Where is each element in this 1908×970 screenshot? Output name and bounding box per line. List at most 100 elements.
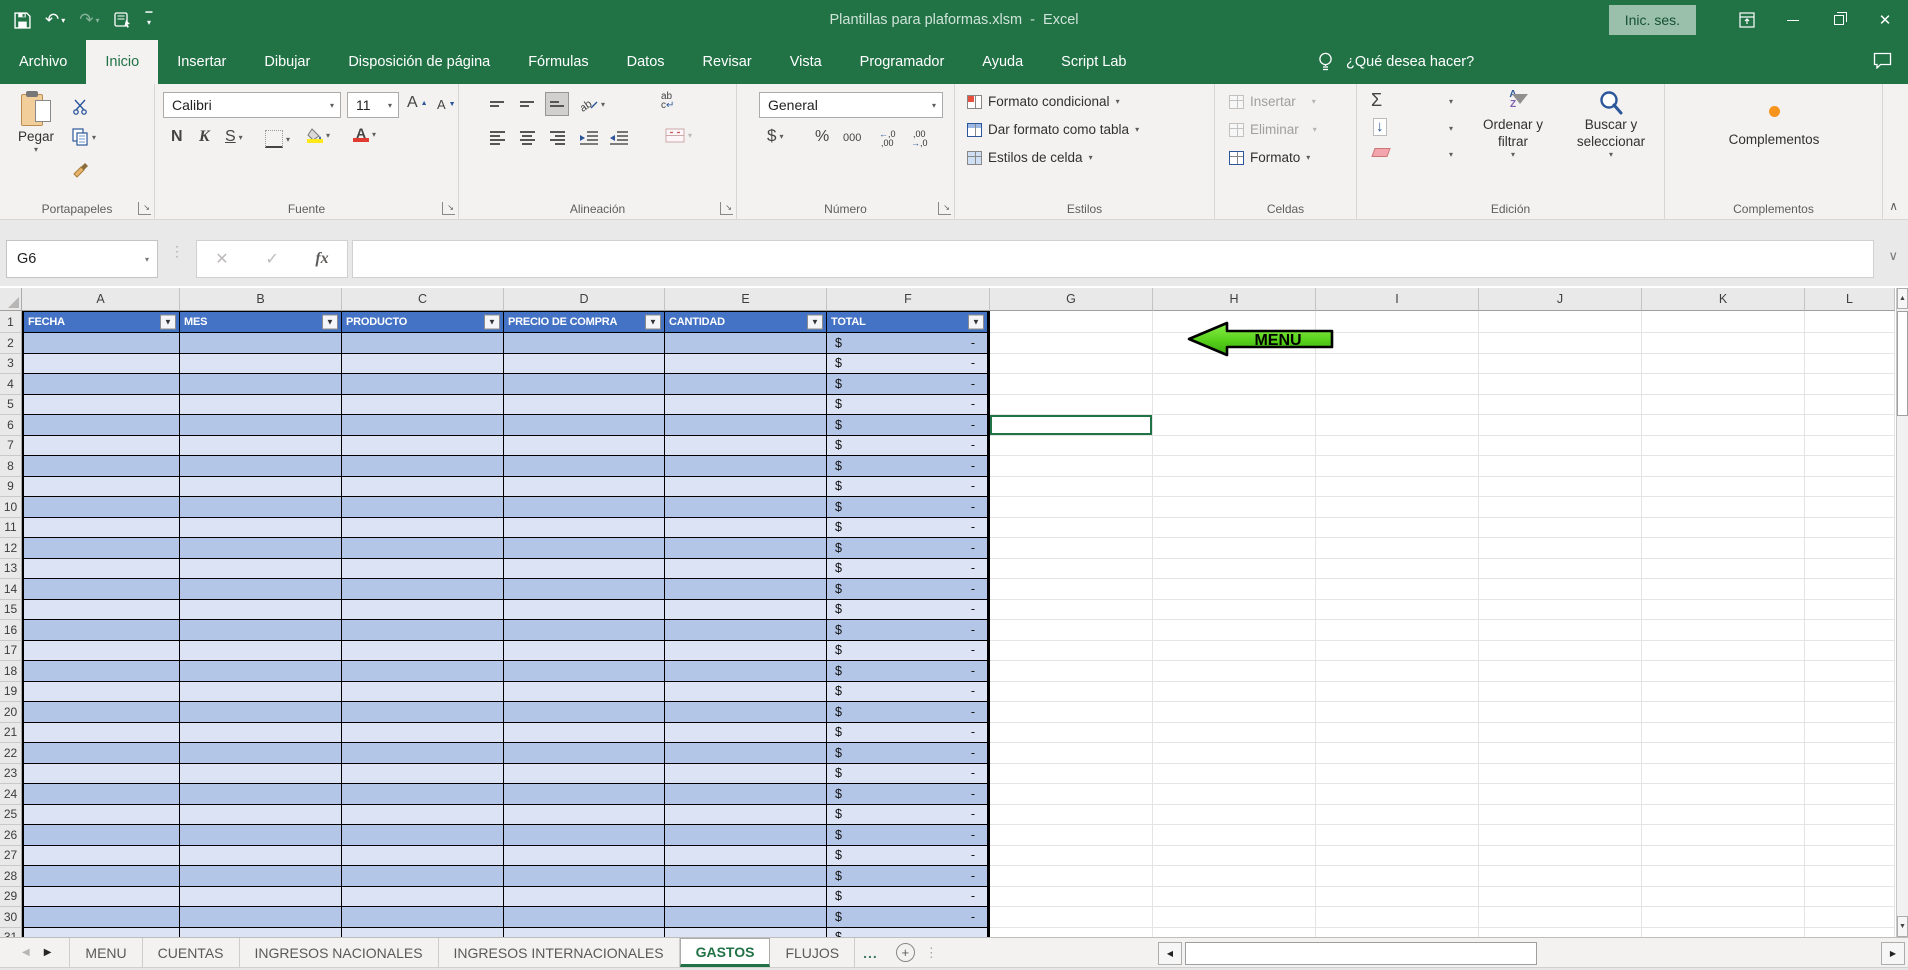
row-header-1[interactable]: 1 [0,311,22,333]
cell-I2[interactable] [1316,333,1479,354]
cell-A11[interactable] [22,518,180,539]
row-header-4[interactable]: 4 [0,374,22,395]
grow-font-button[interactable]: A▲ [407,94,428,112]
ribbon-tab-revisar[interactable]: Revisar [684,40,771,84]
cell-K26[interactable] [1642,825,1805,846]
cell-J12[interactable] [1479,538,1642,559]
font-color-button[interactable]: A ▾ [353,126,376,142]
cell-K11[interactable] [1642,518,1805,539]
cell-B10[interactable] [180,497,342,518]
cell-L28[interactable] [1805,866,1895,887]
comments-icon[interactable] [1873,52,1892,69]
cell-J3[interactable] [1479,354,1642,375]
cell-G15[interactable] [990,600,1153,621]
cell-F11[interactable]: $- [827,518,990,539]
decrease-indent-button[interactable] [577,126,601,150]
cell-H21[interactable] [1153,723,1316,744]
cell-A8[interactable] [22,456,180,477]
cell-B22[interactable] [180,743,342,764]
cell-L16[interactable] [1805,620,1895,641]
column-header-J[interactable]: J [1479,288,1642,311]
row-header-6[interactable]: 6 [0,415,22,436]
cell-A23[interactable] [22,764,180,785]
cell-K21[interactable] [1642,723,1805,744]
cell-I5[interactable] [1316,395,1479,416]
cell-E31[interactable] [665,928,827,938]
cell-L19[interactable] [1805,682,1895,703]
cell-D18[interactable] [504,661,665,682]
cell-I10[interactable] [1316,497,1479,518]
row-header-7[interactable]: 7 [0,436,22,457]
cell-L27[interactable] [1805,846,1895,867]
comma-style-button[interactable]: 000 [843,132,861,144]
cell-K2[interactable] [1642,333,1805,354]
filter-button-precio-de-compra[interactable]: ▼ [645,315,661,330]
sheet-tab-ingresos-internacionales[interactable]: INGRESOS INTERNACIONALES [439,938,680,967]
cell-B2[interactable] [180,333,342,354]
cell-H14[interactable] [1153,579,1316,600]
cell-B9[interactable] [180,477,342,498]
cell-F5[interactable]: $- [827,395,990,416]
cell-G16[interactable] [990,620,1153,641]
restore-button[interactable] [1816,0,1862,40]
cell-G23[interactable] [990,764,1153,785]
ribbon-tab-programador[interactable]: Programador [841,40,964,84]
cell-H26[interactable] [1153,825,1316,846]
cell-J6[interactable] [1479,415,1642,436]
cell-B8[interactable] [180,456,342,477]
formula-input[interactable] [352,240,1874,278]
cell-I21[interactable] [1316,723,1479,744]
cell-D1[interactable]: PRECIO DE COMPRA▼ [504,311,665,333]
align-left-button[interactable] [485,126,509,150]
cell-J19[interactable] [1479,682,1642,703]
row-header-25[interactable]: 25 [0,805,22,826]
cell-G18[interactable] [990,661,1153,682]
cell-I26[interactable] [1316,825,1479,846]
cell-styles-button[interactable]: Estilos de celda▾ [967,150,1093,165]
cell-B14[interactable] [180,579,342,600]
ribbon-tab-inicio[interactable]: Inicio [86,40,158,84]
cell-F3[interactable]: $- [827,354,990,375]
cell-A12[interactable] [22,538,180,559]
cell-A30[interactable] [22,907,180,928]
row-header-18[interactable]: 18 [0,661,22,682]
cell-D12[interactable] [504,538,665,559]
cell-F8[interactable]: $- [827,456,990,477]
row-header-31[interactable]: 31 [0,928,22,938]
cell-E27[interactable] [665,846,827,867]
cell-C24[interactable] [342,784,504,805]
tell-me-label[interactable]: ¿Qué desea hacer? [1346,54,1474,70]
cell-D2[interactable] [504,333,665,354]
cell-B4[interactable] [180,374,342,395]
cell-J27[interactable] [1479,846,1642,867]
cell-J29[interactable] [1479,887,1642,908]
cell-A6[interactable] [22,415,180,436]
cell-A15[interactable] [22,600,180,621]
cell-K23[interactable] [1642,764,1805,785]
cell-E28[interactable] [665,866,827,887]
cell-G20[interactable] [990,702,1153,723]
cell-E29[interactable] [665,887,827,908]
clear-caret-icon[interactable]: ▾ [1449,150,1453,159]
cell-I31[interactable] [1316,928,1479,938]
cell-H15[interactable] [1153,600,1316,621]
ribbon-tab-datos[interactable]: Datos [608,40,684,84]
ribbon-tab-ayuda[interactable]: Ayuda [963,40,1042,84]
minimize-button[interactable] [1770,0,1816,40]
cell-K18[interactable] [1642,661,1805,682]
cell-J9[interactable] [1479,477,1642,498]
cell-K1[interactable] [1642,311,1805,333]
row-header-19[interactable]: 19 [0,682,22,703]
cell-L10[interactable] [1805,497,1895,518]
cell-A2[interactable] [22,333,180,354]
cell-G31[interactable] [990,928,1153,938]
formula-bar-grip[interactable]: ⋮ [170,248,184,255]
cell-K15[interactable] [1642,600,1805,621]
cell-B16[interactable] [180,620,342,641]
cell-H24[interactable] [1153,784,1316,805]
cell-I25[interactable] [1316,805,1479,826]
cell-E23[interactable] [665,764,827,785]
cell-A9[interactable] [22,477,180,498]
cell-L9[interactable] [1805,477,1895,498]
cell-J22[interactable] [1479,743,1642,764]
